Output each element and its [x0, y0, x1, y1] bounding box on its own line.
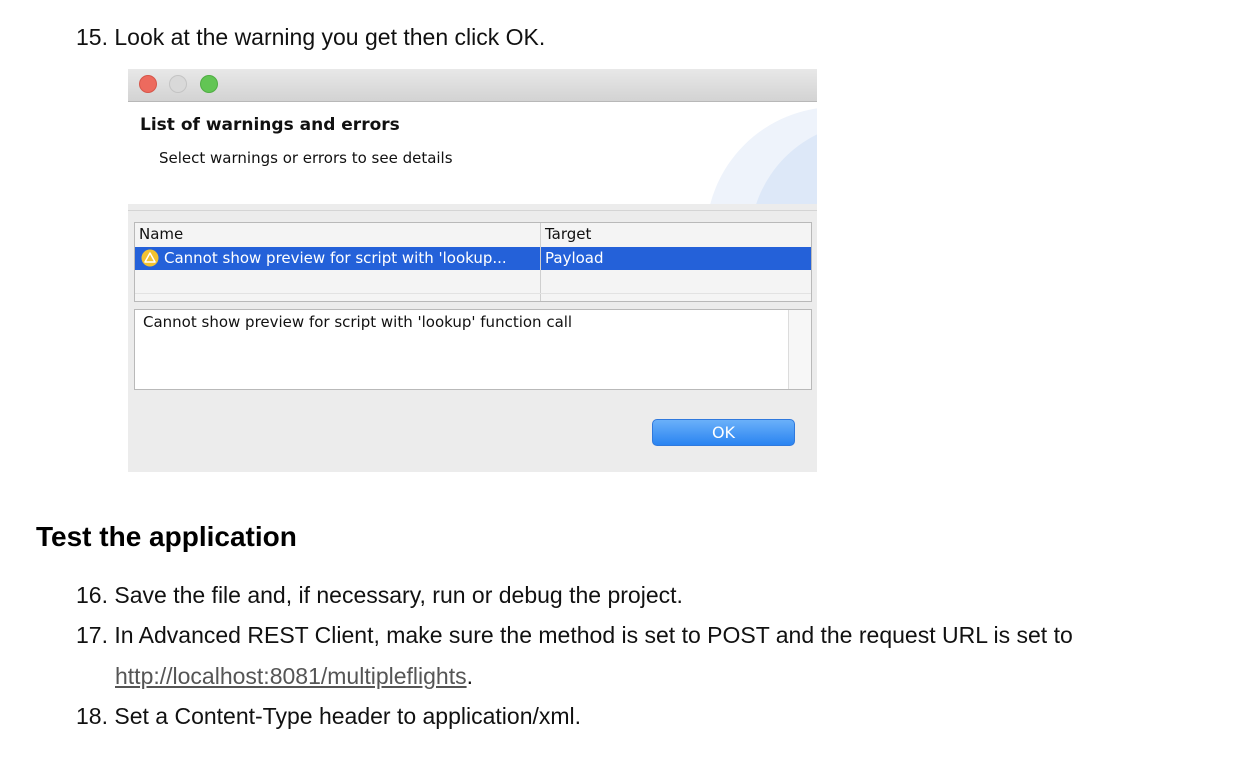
row-divider [135, 293, 811, 294]
step-17: 17. In Advanced REST Client, make sure t… [76, 621, 1073, 649]
link-period: . [466, 663, 473, 689]
step-17-continuation: http://localhost:8081/multipleflights. [115, 662, 473, 690]
step-text: Set a Content-Type header to application… [114, 703, 582, 729]
url-link[interactable]: http://localhost:8081/multipleflights [115, 663, 467, 689]
step-number: 18. [76, 703, 108, 729]
warnings-table: Name Target Cannot show preview for scri… [134, 222, 812, 302]
dialog-subtitle: Select warnings or errors to see details [159, 149, 453, 167]
dialog-header: List of warnings and errors Select warni… [128, 102, 817, 204]
step-16: 16. Save the file and, if necessary, run… [76, 581, 683, 609]
detail-panel[interactable]: Cannot show preview for script with 'loo… [134, 309, 812, 390]
detail-text: Cannot show preview for script with 'loo… [143, 313, 573, 331]
step-18: 18. Set a Content-Type header to applica… [76, 702, 581, 730]
column-header-target[interactable]: Target [545, 225, 591, 243]
ok-button[interactable]: OK [652, 419, 795, 446]
dialog-title: List of warnings and errors [140, 115, 400, 135]
row-name-cell: Cannot show preview for script with 'loo… [164, 249, 507, 267]
row-target-cell: Payload [545, 249, 604, 267]
warnings-dialog: List of warnings and errors Select warni… [128, 69, 817, 472]
step-number: 16. [76, 582, 108, 608]
header-divider [128, 210, 817, 211]
title-bar [128, 69, 817, 102]
step-number: 15. [76, 24, 108, 50]
step-text: Save the file and, if necessary, run or … [114, 582, 683, 608]
column-divider [540, 223, 541, 301]
table-row[interactable]: Cannot show preview for script with 'loo… [135, 247, 811, 270]
close-window-button[interactable] [139, 75, 157, 93]
column-header-name[interactable]: Name [139, 225, 183, 243]
step-text: Look at the warning you get then click O… [114, 24, 546, 50]
step-number: 17. [76, 622, 108, 648]
step-15: 15. Look at the warning you get then cli… [76, 23, 545, 51]
minimize-window-button[interactable] [169, 75, 187, 93]
section-heading: Test the application [36, 521, 297, 552]
step-text: In Advanced REST Client, make sure the m… [114, 622, 1073, 648]
warning-icon [141, 249, 159, 267]
detail-scrollbar[interactable] [788, 310, 811, 389]
maximize-window-button[interactable] [200, 75, 218, 93]
